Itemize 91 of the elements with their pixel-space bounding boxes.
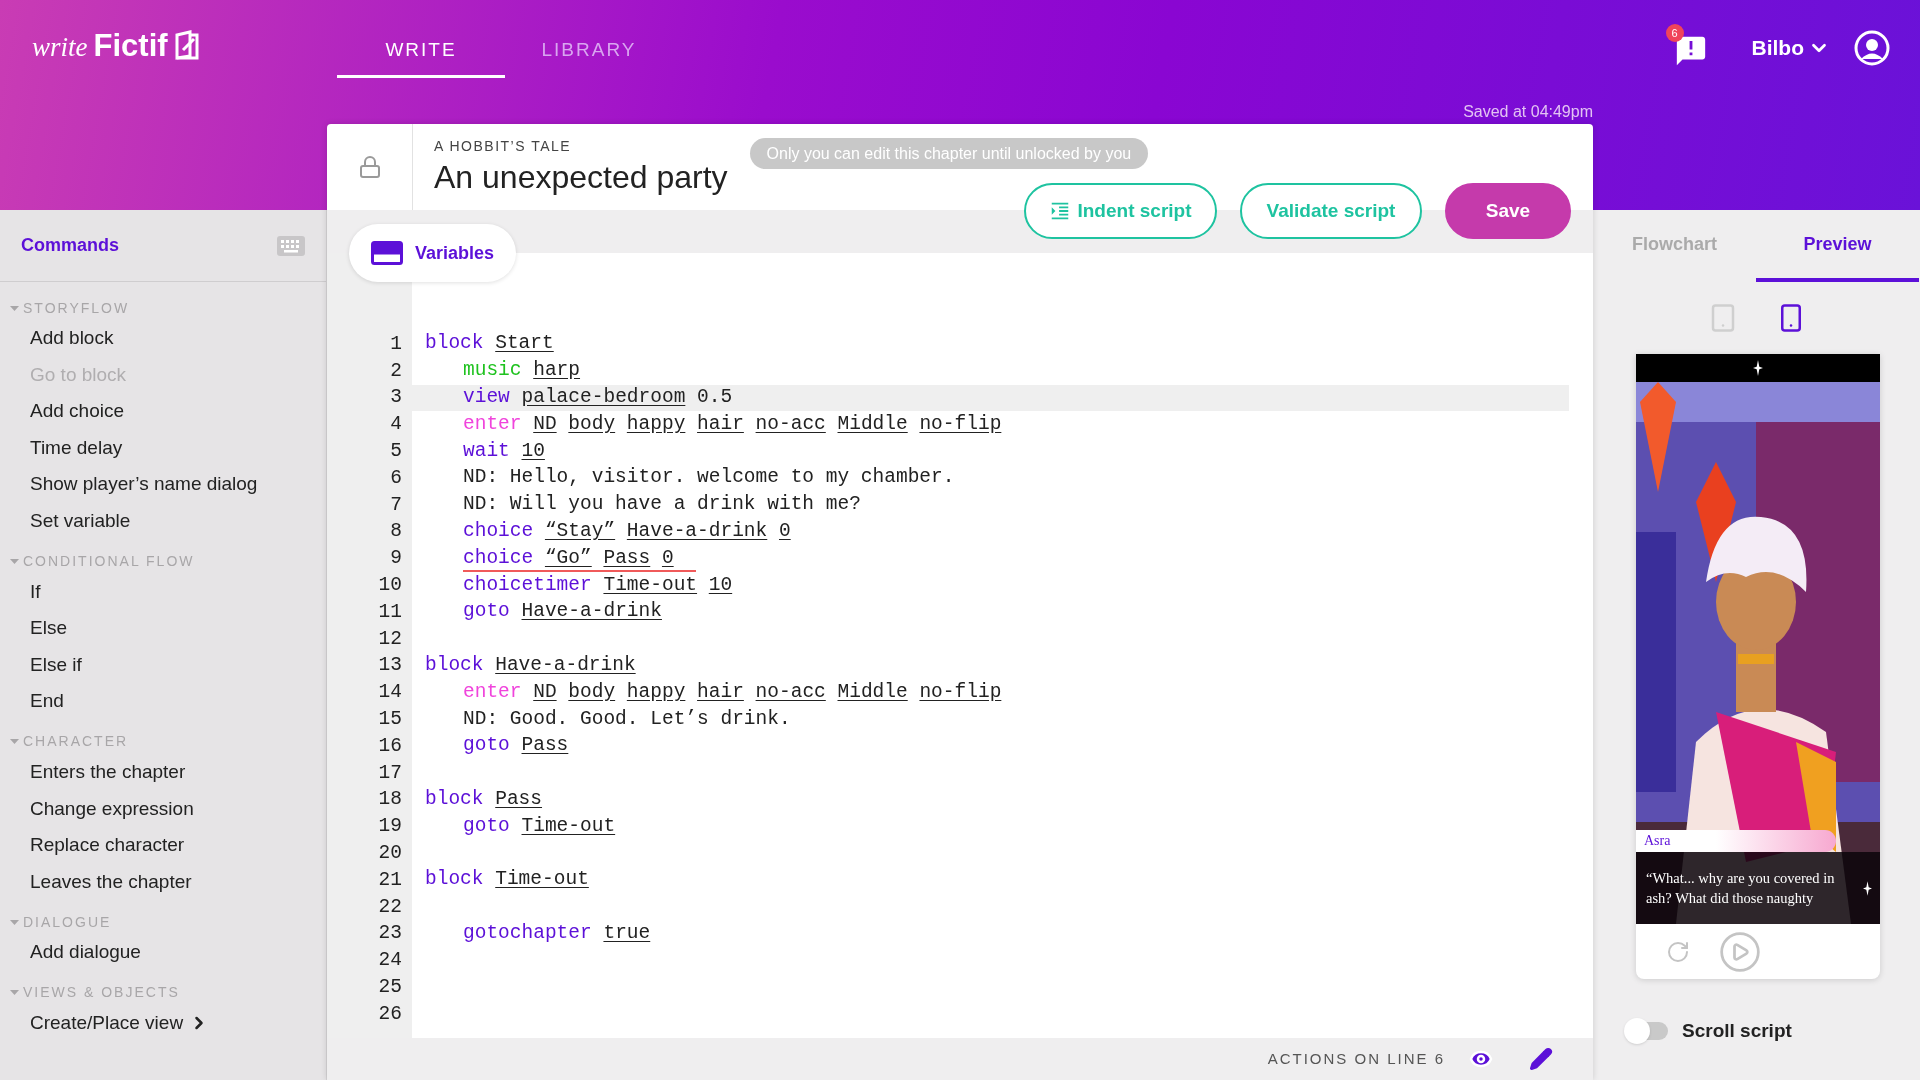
code-line: ND: Hello, visitor. welcome to my chamber. (463, 465, 955, 491)
code-line: choice “Go” Pass 0 (463, 545, 696, 572)
chapter-title: An unexpected party (434, 158, 728, 197)
command-item[interactable]: Leaves the chapter (30, 863, 192, 901)
line-number: 2 (390, 358, 402, 384)
line-number: 1 (390, 331, 402, 357)
script-button[interactable]: Save (1445, 183, 1571, 239)
line-number: 6 (390, 465, 402, 491)
line-number: 5 (390, 438, 402, 464)
line-number: 20 (378, 840, 402, 866)
command-item[interactable]: If (30, 573, 41, 611)
user-menu[interactable]: Bilbo (1751, 32, 1830, 64)
line-number: 22 (378, 894, 402, 920)
nav-tab[interactable]: WRITE (337, 26, 505, 78)
caret-icon (10, 305, 19, 311)
reload-icon[interactable] (1666, 939, 1690, 964)
avatar-icon[interactable] (1854, 30, 1890, 66)
caret-icon (10, 739, 19, 745)
caret-icon (10, 919, 19, 925)
play-icon[interactable] (1718, 929, 1762, 974)
line-number: 11 (378, 599, 402, 625)
logo-name: Fictif (93, 30, 168, 61)
line-number: 24 (378, 948, 402, 974)
code-line: goto Time-out (463, 813, 616, 839)
command-item[interactable]: Replace character (30, 827, 185, 864)
line-number: 15 (378, 706, 402, 732)
story-name: A HOBBIT’S TALE (434, 137, 573, 156)
code-line: enter ND body happy hair no-acc Middle no-flip (463, 411, 1002, 437)
speaker-name: Asra (1636, 830, 1836, 852)
line-number: 4 (390, 412, 402, 438)
line-number: 18 (378, 787, 402, 813)
command-item[interactable]: Else if (30, 646, 82, 684)
code-line: wait 10 (463, 438, 545, 464)
line-number: 14 (378, 680, 402, 706)
code-line: block Time-out (425, 867, 589, 893)
command-item[interactable]: Add choice (30, 393, 124, 430)
command-item[interactable]: Add dialogue (30, 934, 141, 971)
command-item[interactable]: Time delay (30, 429, 123, 467)
code-line: block Pass (425, 786, 543, 812)
lock-icon[interactable] (357, 154, 382, 180)
code-line: goto Have-a-drink (463, 599, 662, 625)
code-line: goto Pass (463, 733, 569, 759)
line-number: 7 (390, 492, 402, 518)
sparkle-icon (1753, 360, 1763, 376)
command-item[interactable]: Enters the chapter (30, 753, 186, 791)
command-item[interactable]: End (30, 683, 64, 720)
save-status: Saved at 04:49pm (1463, 102, 1593, 122)
line-number: 23 (378, 921, 402, 947)
code-line: choice “Stay” Have-a-drink 0 (463, 518, 791, 544)
line-number: 3 (390, 385, 402, 411)
line-number: 25 (378, 974, 402, 1000)
panel-tab[interactable]: Preview (1756, 210, 1919, 282)
line-number: 13 (378, 653, 402, 679)
variables-button[interactable]: Variables (349, 224, 517, 282)
keyboard-icon[interactable] (277, 235, 305, 256)
command-item[interactable]: Show player’s name dialog (30, 466, 258, 503)
line-number: 21 (378, 867, 402, 893)
code-line: ND: Will you have a drink with me? (463, 492, 861, 518)
line-number: 8 (390, 519, 402, 545)
code-line: block Have-a-drink (425, 652, 636, 678)
line-number: 9 (390, 546, 402, 572)
line-number: 17 (378, 760, 402, 786)
pencil-icon[interactable] (1529, 1047, 1553, 1071)
line-number: 19 (378, 814, 402, 840)
command-item[interactable]: Set variable (30, 502, 131, 540)
line-number: 10 (378, 572, 402, 598)
caret-icon (10, 559, 19, 565)
caret-icon (10, 990, 19, 996)
notification-badge: 6 (1665, 24, 1684, 42)
code-line: enter ND body happy hair no-acc Middle no-flip (463, 679, 1002, 705)
code-line: choicetimer Time-out 10 (463, 572, 733, 598)
line-number: 16 (378, 733, 402, 759)
sparkle-icon (1863, 880, 1872, 896)
code-line: gotochapter true (463, 920, 651, 946)
line-number: 26 (378, 1001, 402, 1027)
code-line: ND: Good. Good. Let’s drink. (463, 706, 791, 732)
book-pen-icon (173, 30, 200, 60)
code-line: view palace-bedroom 0.5 (463, 385, 733, 410)
status-text: ACTIONS ON LINE 6 (1267, 1048, 1445, 1069)
sidebar-title: Commands (21, 234, 119, 257)
logo-script: write (32, 34, 88, 61)
code-line: music harp (463, 358, 581, 384)
command-item[interactable]: Else (30, 610, 67, 647)
code-line: block Start (425, 331, 554, 357)
dialogue-text: “What... why are you covered in ash? What did those naughty (1646, 869, 1836, 908)
toggle-label: Scroll script (1682, 1019, 1792, 1043)
line-number: 12 (378, 626, 402, 652)
window-icon (371, 241, 403, 265)
command-item[interactable]: Create/Place view (30, 1004, 210, 1042)
command-item[interactable]: Add block (30, 320, 114, 357)
command-item[interactable]: Change expression (30, 790, 194, 828)
